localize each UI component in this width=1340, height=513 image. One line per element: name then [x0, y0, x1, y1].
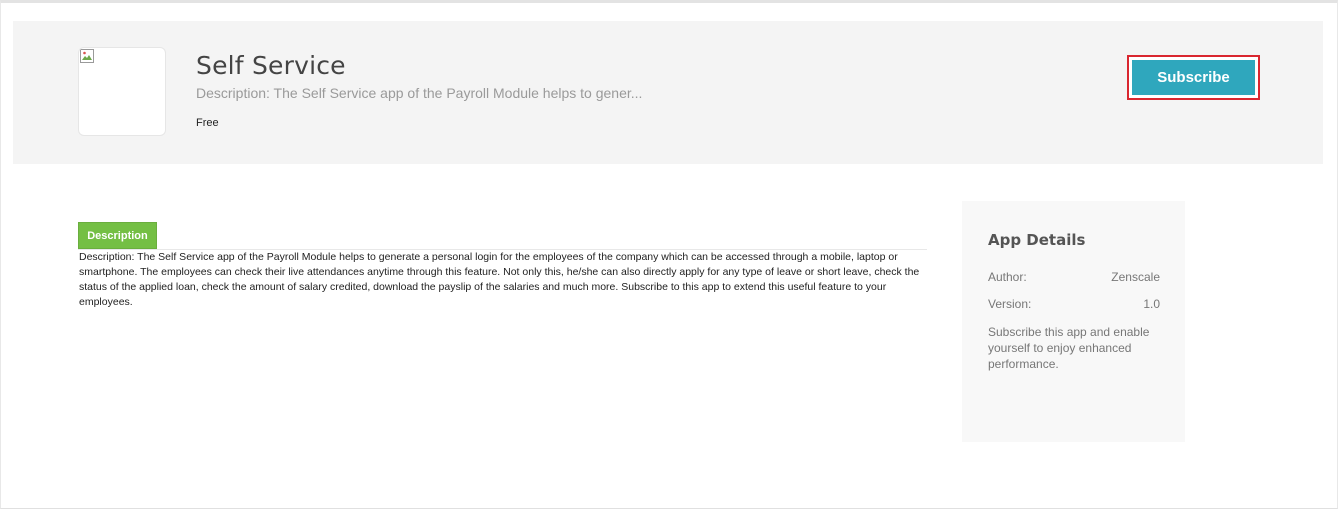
app-price: Free	[196, 117, 219, 129]
broken-image-icon	[80, 49, 94, 63]
author-value: Zenscale	[1111, 270, 1160, 284]
app-details-note: Subscribe this app and enable yourself t…	[988, 325, 1150, 371]
subscribe-highlight-box: Subscribe	[1127, 55, 1260, 100]
page-frame: Self Service Description: The Self Servi…	[0, 0, 1338, 509]
author-label: Author:	[988, 270, 1027, 284]
app-details-panel: App Details Author: Zenscale Version: 1.…	[962, 201, 1185, 442]
app-short-description: Description: The Self Service app of the…	[196, 85, 643, 101]
subscribe-button[interactable]: Subscribe	[1132, 60, 1255, 95]
version-value: 1.0	[1143, 297, 1160, 311]
version-label: Version:	[988, 297, 1032, 311]
app-title: Self Service	[196, 51, 346, 80]
app-details-title: App Details	[988, 231, 1086, 249]
app-header: Self Service Description: The Self Servi…	[13, 21, 1323, 164]
app-logo	[78, 47, 166, 136]
tab-description[interactable]: Description	[78, 222, 157, 249]
tab-bar: Description	[78, 222, 927, 250]
description-text: Description: The Self Service app of the…	[79, 251, 920, 308]
